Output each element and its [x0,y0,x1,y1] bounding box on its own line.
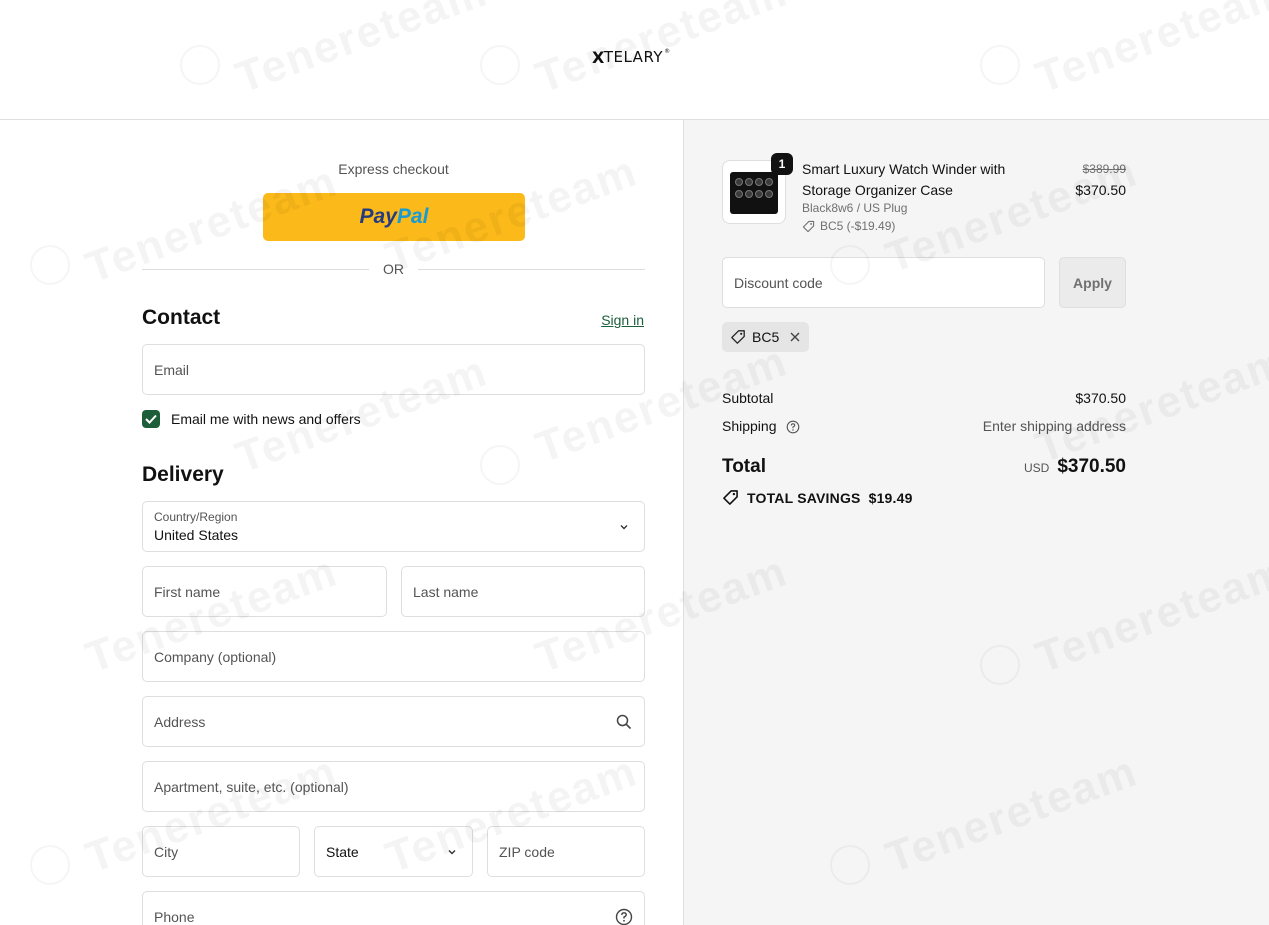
sign-in-link[interactable]: Sign in [601,312,644,328]
product-discount: BC5 (-$19.49) [802,219,895,233]
chevron-down-icon [448,849,456,854]
savings-label: TOTAL SAVINGS [747,489,861,506]
check-icon [145,414,157,424]
express-checkout-label: Express checkout [338,161,449,177]
shipping-row: Shipping Enter shipping address [722,418,1126,434]
watch-winder-image [730,172,778,214]
applied-code-chip: BC5 [722,322,810,352]
email-placeholder: Email [154,361,190,378]
country-select[interactable]: Country/Region United States [142,501,645,552]
company-field[interactable]: Company (optional) [142,631,645,682]
phone-placeholder: Phone [154,908,195,925]
paypal-button[interactable]: Pay Pal [263,193,525,241]
order-summary: 1 Smart Luxury Watch Winder with Storage… [684,120,1269,925]
chevron-down-icon [620,524,628,529]
country-value: United States [154,527,239,543]
last-name-placeholder: Last name [413,583,479,600]
delivery-title: Delivery [142,463,224,486]
total-value: $370.50 [1057,456,1126,477]
first-name-placeholder: First name [154,583,221,600]
apply-button[interactable]: Apply [1059,257,1126,308]
or-divider: OR [142,260,645,278]
country-label: Country/Region [154,510,238,524]
paypal-pal-text: Pal [396,205,429,228]
address-field[interactable]: Address [142,696,645,747]
total-row: Total USD $370.50 [722,456,1126,478]
city-placeholder: City [154,843,179,860]
newsletter-option[interactable]: Email me with news and offers [142,410,361,428]
checkout-header: X TELARY ® [0,0,1269,120]
tag-icon [731,330,745,344]
address-placeholder: Address [154,713,206,730]
phone-field[interactable]: Phone [142,891,645,925]
company-placeholder: Company (optional) [154,648,277,665]
shipping-label: Shipping [722,418,777,434]
zip-field[interactable]: ZIP code [487,826,645,877]
remove-code-icon[interactable] [789,331,801,343]
checkout-form-column: Express checkout Pay Pal OR Contact Sign … [0,120,684,925]
state-select[interactable]: State [314,826,473,877]
subtotal-label: Subtotal [722,390,774,406]
apartment-field[interactable]: Apartment, suite, etc. (optional) [142,761,645,812]
subtotal-value: $370.50 [1075,390,1126,406]
contact-title: Contact [142,306,221,329]
divider-line [418,268,645,270]
total-label: Total [722,456,766,477]
current-price: $370.50 [1075,182,1126,198]
shipping-label-wrap: Shipping [722,418,800,434]
or-label: OR [383,261,404,277]
applied-code-text: BC5 [752,329,780,345]
newsletter-label: Email me with news and offers [171,411,361,427]
zip-placeholder: ZIP code [499,843,555,860]
subtotal-row: Subtotal $370.50 [722,390,1126,406]
first-name-field[interactable]: First name [142,566,387,617]
state-placeholder: State [326,843,359,860]
total-savings: TOTAL SAVINGS $19.49 [722,489,913,506]
tag-icon [802,220,815,232]
product-discount-text: BC5 (-$19.49) [820,219,896,233]
shipping-value: Enter shipping address [982,418,1126,435]
city-field[interactable]: City [142,826,300,877]
newsletter-checkbox[interactable] [142,410,160,428]
discount-placeholder: Discount code [734,274,823,291]
help-icon[interactable] [786,420,800,434]
original-price: $389.99 [1082,162,1126,176]
tag-icon [723,490,738,505]
savings-value: $19.49 [868,489,913,506]
divider-line [142,268,369,270]
last-name-field[interactable]: Last name [401,566,645,617]
search-icon[interactable] [615,713,633,731]
currency-code: USD [1023,461,1050,475]
logo-text: TELARY [603,48,664,66]
quantity-badge: 1 [771,153,793,175]
brand-logo[interactable]: X TELARY ® [592,48,671,67]
total-amount: USD $370.50 [1024,456,1126,478]
email-field[interactable]: Email [142,344,645,395]
discount-code-input[interactable]: Discount code [722,257,1045,308]
product-name: Smart Luxury Watch Winder with Storage O… [802,161,1006,198]
help-icon[interactable] [615,908,633,925]
product-variant: Black8w6 / US Plug [802,201,908,215]
logo-registered: ® [664,48,671,55]
paypal-pay-text: Pay [359,205,397,228]
apartment-placeholder: Apartment, suite, etc. (optional) [154,778,349,795]
